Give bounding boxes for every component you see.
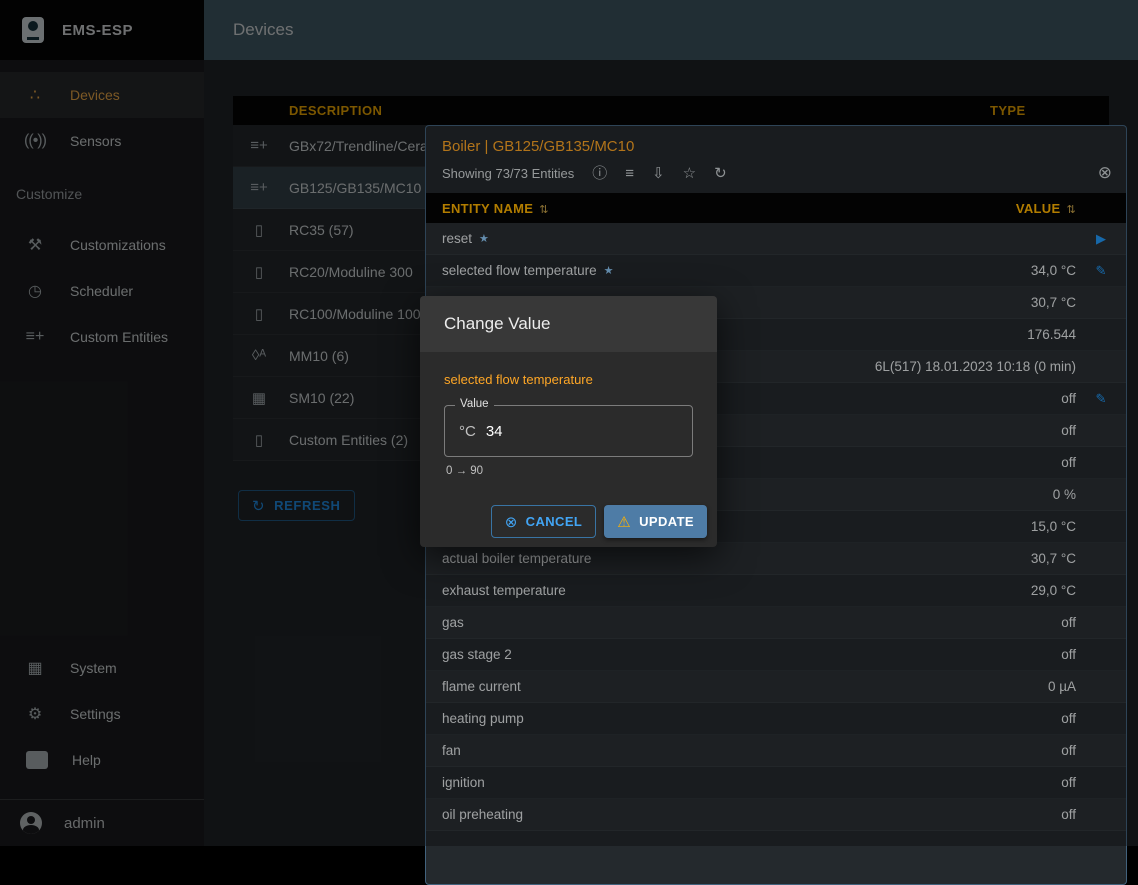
- value-field-label: Value: [455, 398, 494, 410]
- entity-label: selected flow temperature: [444, 372, 693, 387]
- value-field[interactable]: Value °C 34: [444, 405, 693, 457]
- cancel-label: CANCEL: [526, 514, 583, 529]
- warning-icon: ⚠: [617, 513, 631, 531]
- value-range-helper: 0 → 90: [446, 465, 691, 477]
- value-input[interactable]: 34: [486, 423, 503, 440]
- dialog-buttons: ⊗ CANCEL ⚠ UPDATE: [430, 505, 707, 538]
- cancel-icon: ⊗: [505, 513, 518, 531]
- update-label: UPDATE: [639, 514, 694, 529]
- dialog-title: Change Value: [420, 296, 717, 352]
- cancel-button[interactable]: ⊗ CANCEL: [491, 505, 597, 538]
- change-value-dialog: Change Value selected flow temperature V…: [420, 296, 717, 547]
- update-button[interactable]: ⚠ UPDATE: [604, 505, 707, 538]
- unit-adornment: °C: [459, 423, 476, 440]
